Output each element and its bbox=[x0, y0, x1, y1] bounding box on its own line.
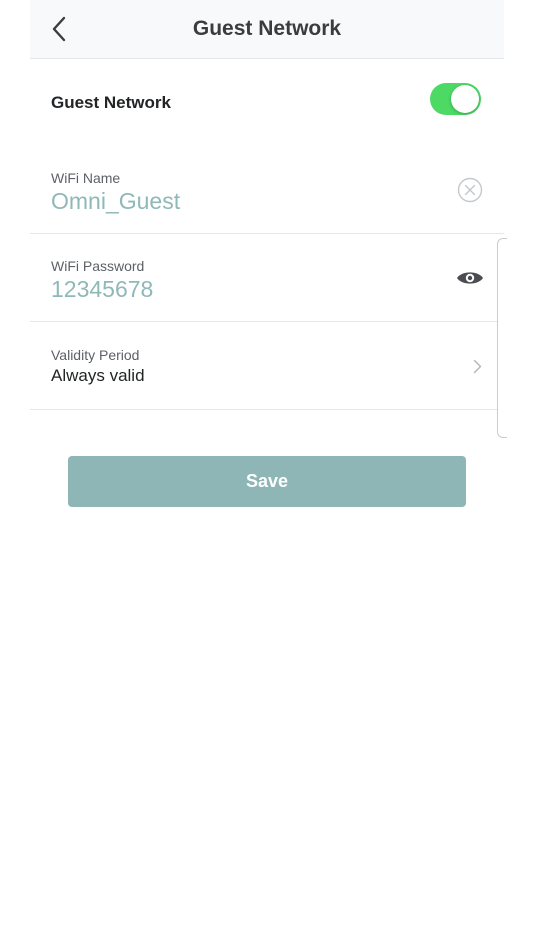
guest-network-toggle[interactable] bbox=[430, 83, 481, 115]
save-button[interactable]: Save bbox=[68, 456, 466, 507]
clear-circle-icon bbox=[457, 177, 483, 203]
guest-network-screen: Guest Network Guest Network WiFi Name Om… bbox=[0, 0, 534, 950]
wifi-password-label: WiFi Password bbox=[51, 258, 145, 274]
side-drawer-handle[interactable] bbox=[497, 238, 507, 438]
page-title: Guest Network bbox=[192, 17, 342, 40]
wifi-password-input[interactable]: 12345678 bbox=[51, 276, 153, 303]
wifi-password-row: WiFi Password 12345678 bbox=[30, 234, 504, 322]
wifi-name-label: WiFi Name bbox=[51, 170, 121, 186]
validity-period-value: Always valid bbox=[51, 366, 145, 385]
validity-period-row[interactable]: Validity Period Always valid bbox=[30, 322, 504, 410]
chevron-right-icon bbox=[473, 359, 481, 373]
validity-period-label: Validity Period bbox=[51, 347, 140, 363]
header-bar: Guest Network bbox=[30, 0, 504, 59]
toggle-knob bbox=[451, 85, 479, 113]
wifi-name-input[interactable]: Omni_Guest bbox=[51, 188, 180, 215]
guest-network-label: Guest Network bbox=[51, 93, 171, 112]
guest-network-row: Guest Network bbox=[30, 59, 504, 147]
validity-chevron bbox=[470, 356, 484, 376]
toggle-password-visibility-button[interactable] bbox=[454, 264, 486, 292]
clear-name-button[interactable] bbox=[456, 176, 484, 204]
eye-icon bbox=[457, 272, 483, 284]
wifi-name-row: WiFi Name Omni_Guest bbox=[30, 146, 504, 234]
